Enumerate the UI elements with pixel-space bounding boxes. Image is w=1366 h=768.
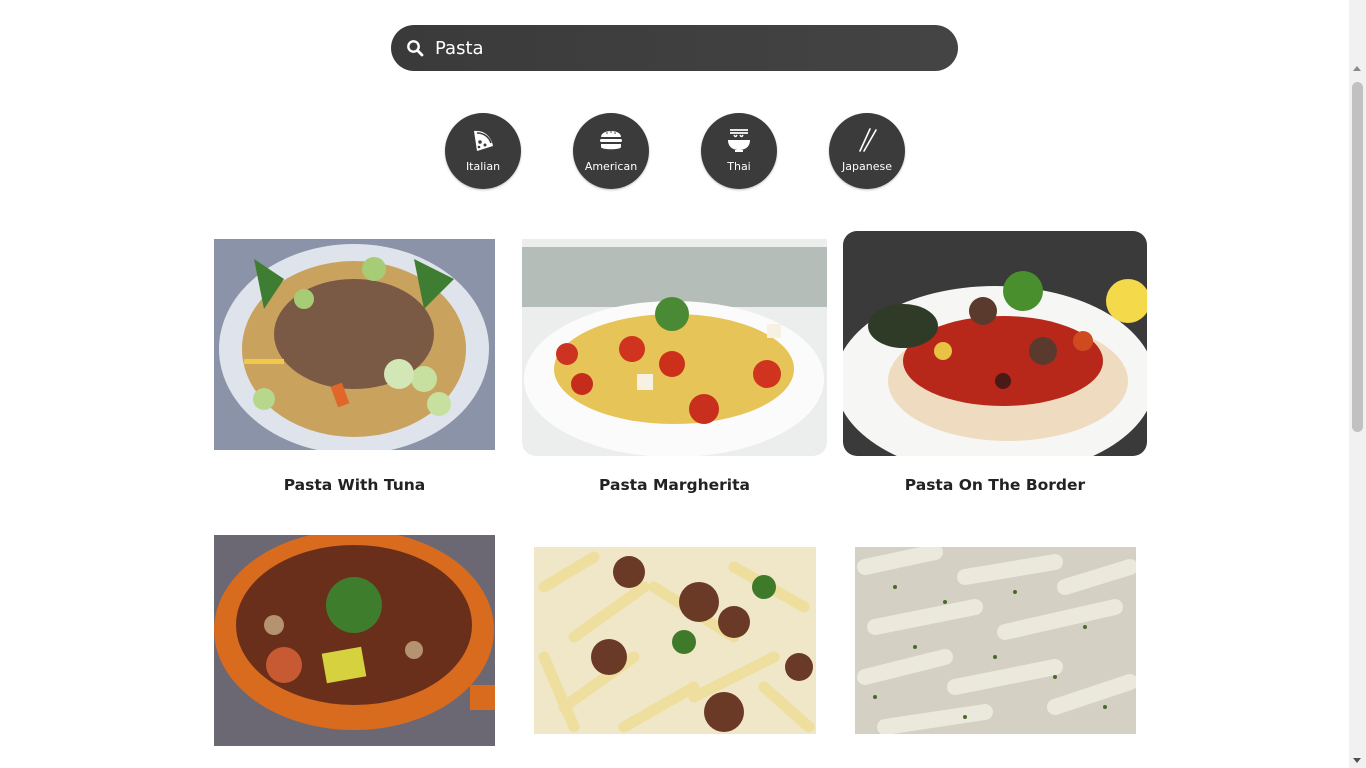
pizza-icon — [474, 130, 493, 151]
recipe-card[interactable] — [534, 547, 816, 768]
category-label: American — [584, 160, 638, 173]
recipe-title[interactable]: Pasta With Tuna — [214, 476, 495, 494]
scrollbar[interactable] — [1349, 0, 1366, 768]
recipe-image[interactable] — [214, 535, 495, 746]
recipe-card[interactable]: Pasta On The Border — [843, 231, 1147, 501]
recipe-image[interactable] — [214, 239, 495, 450]
recipe-title[interactable]: Pasta On The Border — [843, 476, 1147, 494]
burger-icon — [600, 131, 622, 150]
recipe-card[interactable]: Pasta Margherita — [522, 231, 827, 501]
search-input[interactable] — [435, 33, 915, 63]
recipe-image[interactable] — [534, 547, 816, 734]
category-italian[interactable]: Italian — [445, 113, 521, 189]
category-label: Italian — [465, 160, 501, 173]
recipe-title[interactable]: Pasta Margherita — [522, 476, 827, 494]
scroll-down-arrow-icon[interactable] — [1353, 758, 1361, 763]
recipe-image[interactable] — [843, 231, 1147, 456]
recipe-card[interactable]: Pasta With Tuna — [214, 231, 495, 501]
recipe-card[interactable] — [855, 547, 1136, 768]
category-label: Japanese — [842, 160, 892, 173]
noodle-bowl-icon — [728, 129, 750, 152]
recipe-image[interactable] — [522, 239, 827, 456]
search-bar[interactable] — [391, 25, 958, 71]
scroll-up-arrow-icon[interactable] — [1353, 66, 1361, 71]
category-american[interactable]: American — [573, 113, 649, 189]
category-thai[interactable]: Thai — [701, 113, 777, 189]
recipe-card[interactable] — [214, 535, 495, 768]
category-japanese[interactable]: Japanese — [829, 113, 905, 189]
search-icon — [407, 40, 424, 57]
category-label: Thai — [727, 160, 751, 173]
recipe-image[interactable] — [855, 547, 1136, 734]
chopsticks-icon — [859, 128, 877, 152]
scrollbar-thumb[interactable] — [1352, 82, 1363, 432]
